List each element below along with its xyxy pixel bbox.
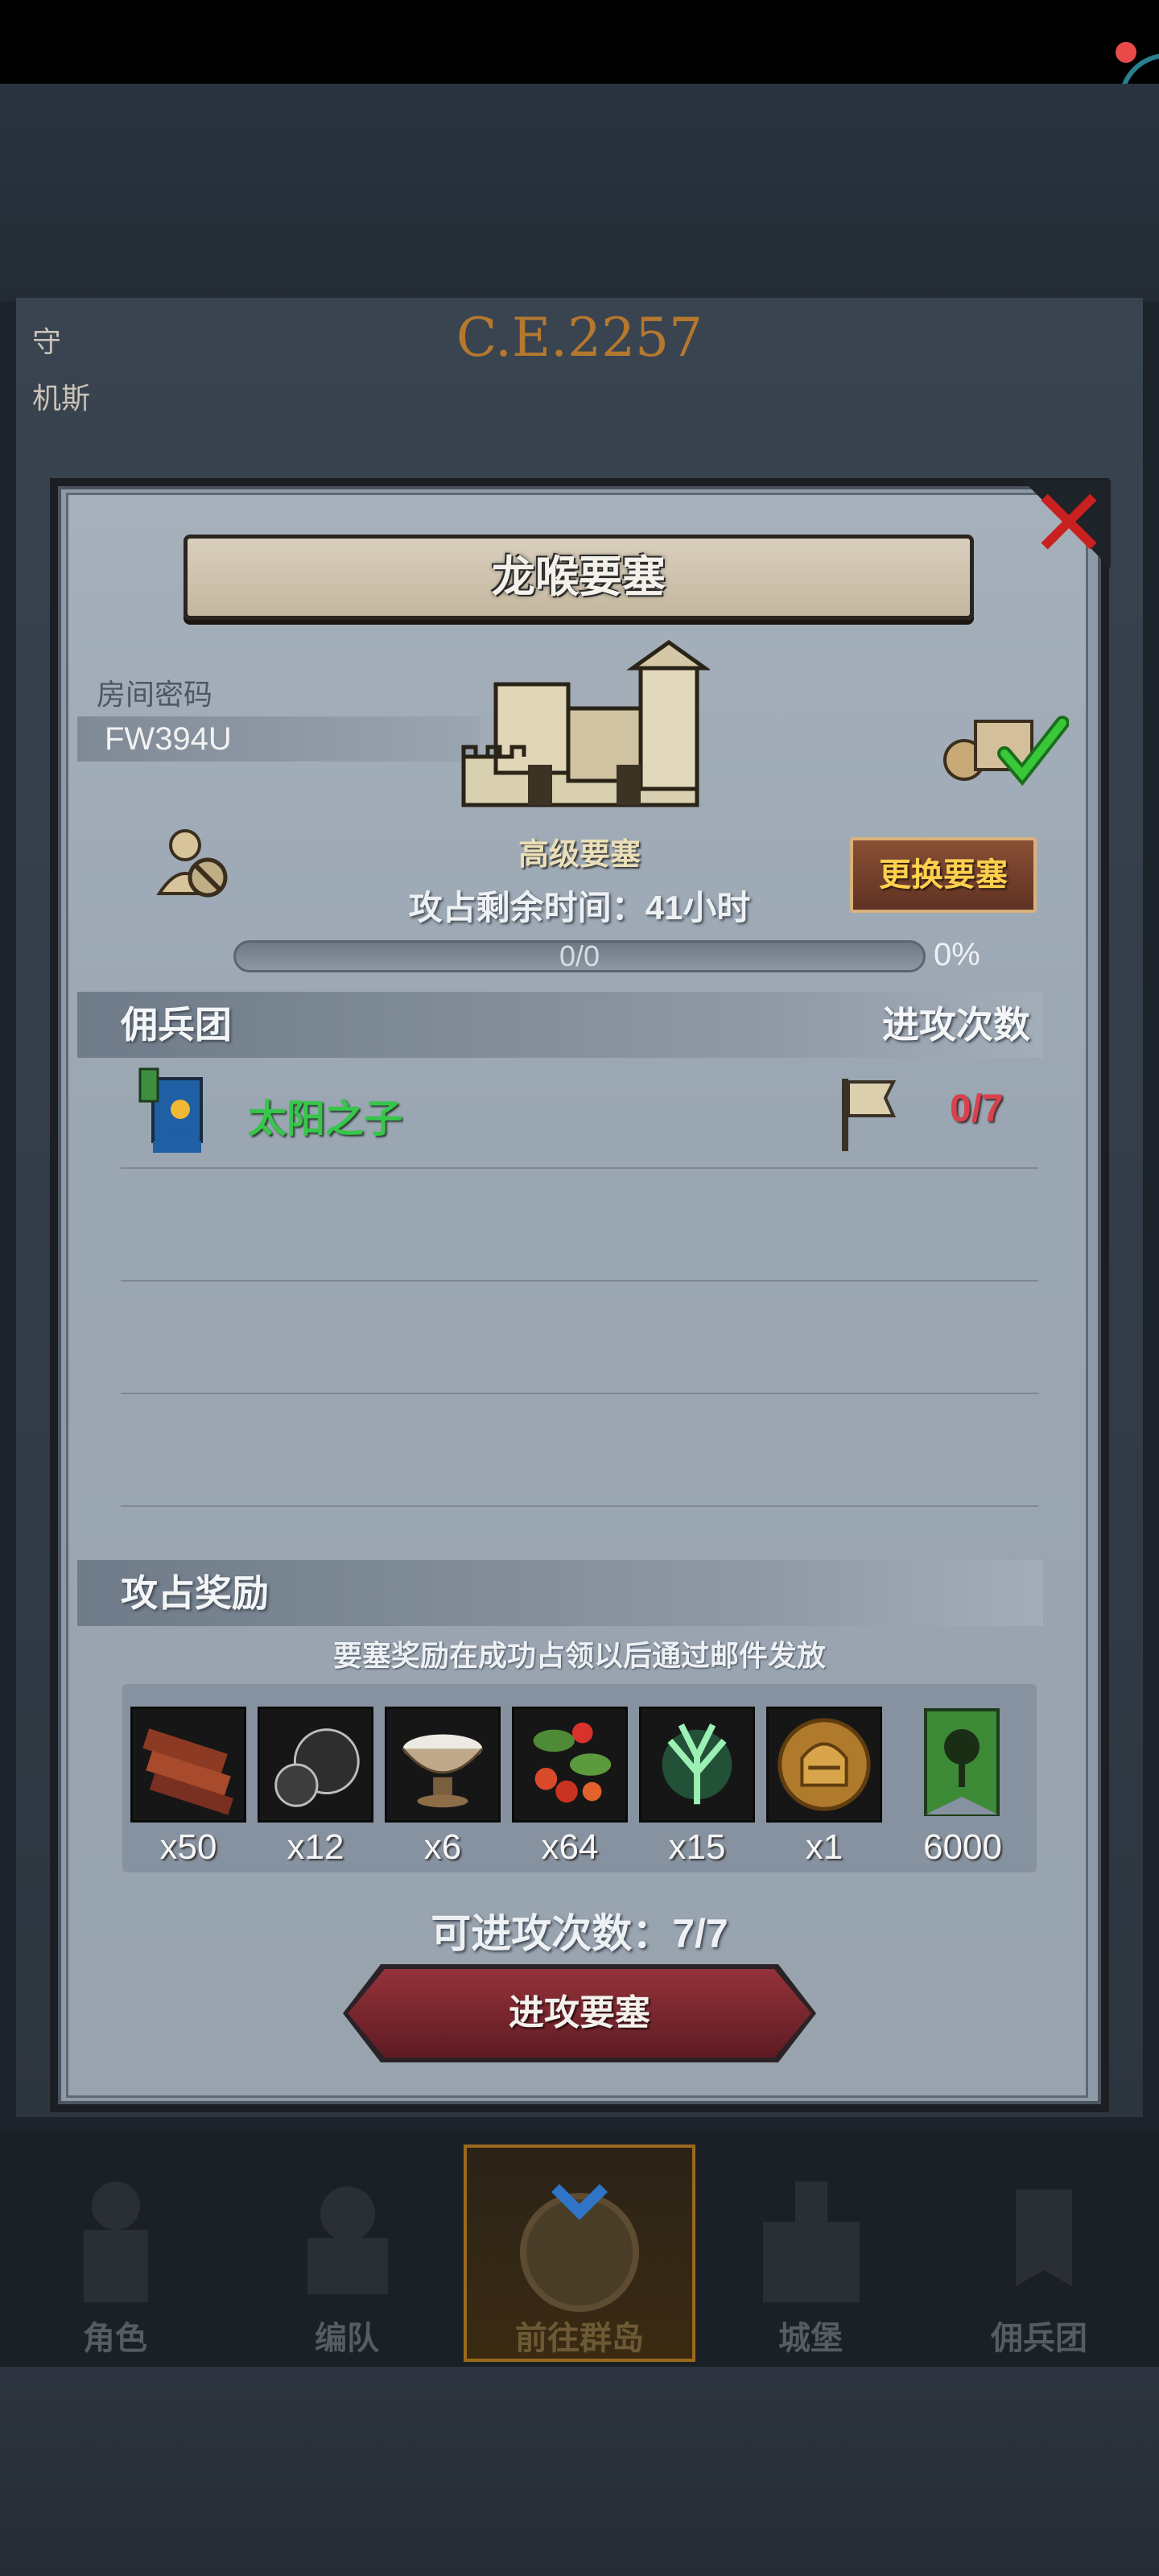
status-bar [0,0,1159,84]
tree-banner-icon[interactable] [918,1707,1006,1823]
reward-qty: 6000 [923,1827,1002,1867]
knight-helmet-coin-icon [777,1718,871,1811]
tab-castle-label: 城堡 [778,2321,843,2356]
top-background [0,84,1159,301]
notification-dot-icon [1116,42,1136,63]
berries-icon [533,1722,612,1803]
row-divider [121,1280,1038,1282]
fortress-level: 高级要塞 [518,838,641,872]
row-divider [121,1167,1038,1169]
rewards-note: 要塞奖励在成功占领以后通过邮件发放 [332,1639,826,1672]
attack-flag-icon [842,1079,897,1151]
reward-item[interactable] [130,1707,246,1823]
reward-item[interactable] [639,1707,755,1823]
castle-icon [461,639,710,807]
team-sun-banner-icon [138,1067,203,1153]
reward-item[interactable] [258,1707,373,1823]
knight-icon [84,2182,148,2302]
bottom-background [0,2367,1159,2576]
green-herb-icon [662,1723,732,1805]
castle-tab-icon [763,2182,860,2302]
dialog-title: 龙喉要塞 [492,553,666,601]
bg-label-2: 机斯 [32,382,91,415]
wood-logs-icon [142,1728,234,1815]
rewards-label: 攻占奖励 [121,1572,269,1614]
room-code-label: 房间密码 [97,678,213,711]
truffle-icon [274,1728,360,1807]
attack-count-label: 进攻次数 [882,1004,1030,1046]
armor-icon [307,2186,388,2294]
bg-label-1: 守 [32,325,62,358]
available-attacks: 可进攻次数：7/7 [431,1911,728,1956]
banner-tab-icon [1016,2190,1072,2286]
reward-item[interactable] [512,1707,628,1823]
reward-item[interactable] [766,1707,882,1823]
reward-item[interactable] [385,1707,501,1823]
row-divider [121,1393,1038,1394]
tab-islands-label: 前往群岛 [515,2321,644,2356]
capture-progress-percent: 0% [934,937,980,972]
tab-character-label: 角色 [83,2321,147,2356]
tab-formation-label: 编队 [315,2321,379,2356]
attack-fortress-label[interactable]: 进攻要塞 [348,1969,811,2058]
room-code-value: FW394U [105,721,232,757]
team-name[interactable]: 太阳之子 [248,1087,402,1143]
milk-bowl-icon [402,1734,484,1808]
reward-qty: x64 [541,1827,599,1867]
mercenary-label: 佣兵团 [121,1004,232,1046]
reward-qty: x50 [159,1827,217,1867]
year-display: C.E.2257 [456,307,703,369]
remaining-time: 攻占剩余时间：41小时 [408,889,751,927]
reward-qty: x15 [668,1827,726,1867]
close-x-icon[interactable]: ✕ [1029,476,1109,571]
reward-qty: x12 [287,1827,344,1867]
capture-progress-text: 0/0 [559,939,600,972]
compass-globe-icon [520,2184,639,2312]
team-attack-count: 0/7 [950,1088,1004,1130]
reward-qty: x1 [805,1827,843,1867]
reward-qty: x6 [423,1827,462,1867]
supply-bag-check-icon[interactable] [940,705,1069,786]
row-divider [121,1505,1038,1507]
no-member-icon [156,829,228,898]
tab-mercenary-label: 佣兵团 [991,2321,1087,2356]
change-fortress-button[interactable]: 更换要塞 [850,837,1037,913]
